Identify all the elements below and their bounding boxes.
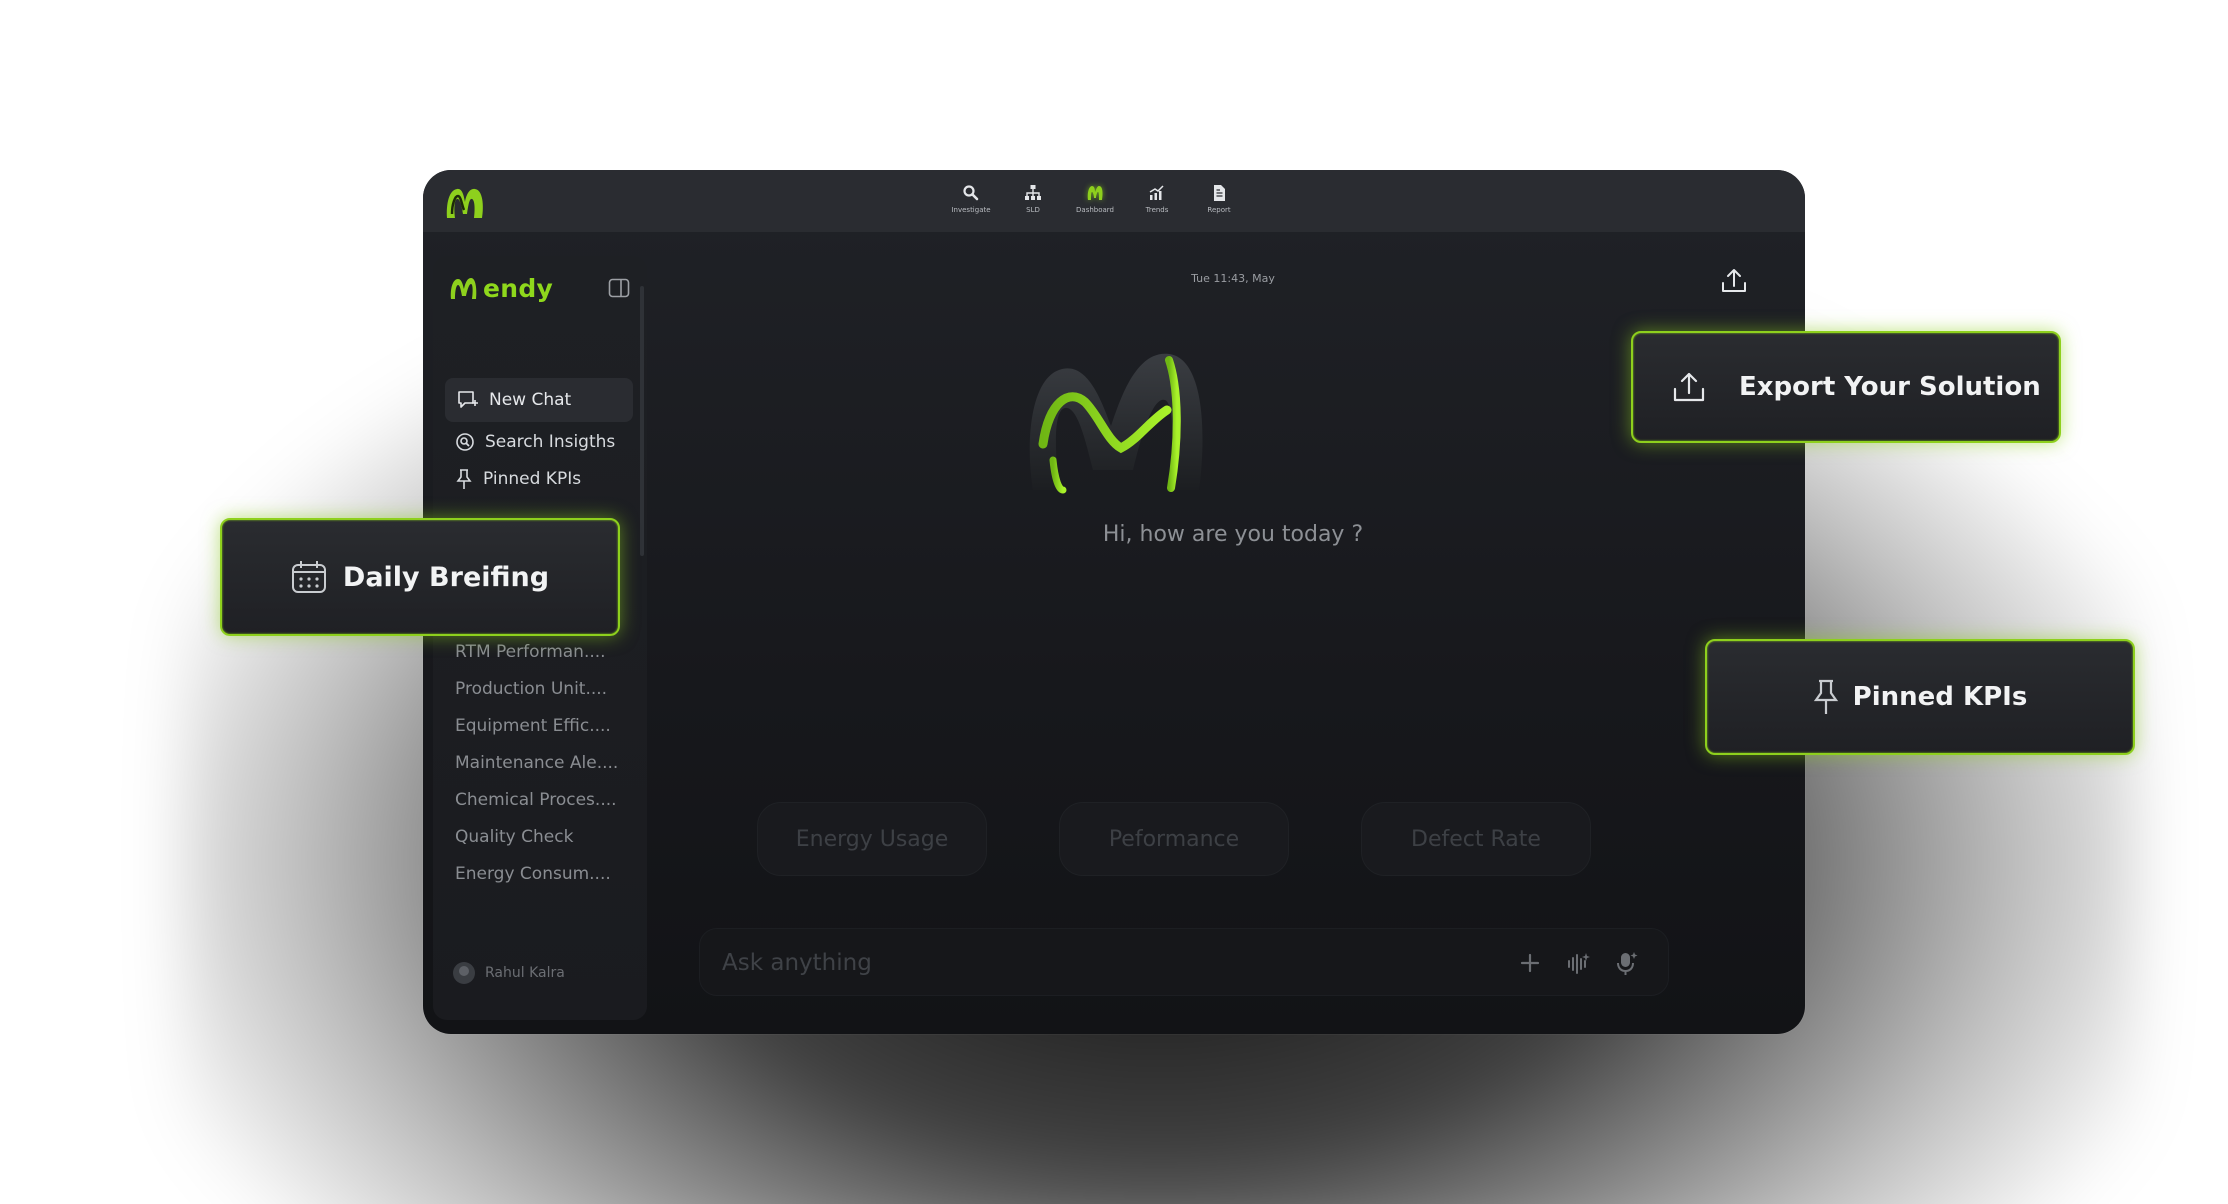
callout-export-solution: Export Your Solution <box>1631 331 2061 443</box>
top-bar: Investigate SLD Dashboard Trends Report <box>423 170 1805 232</box>
history-item[interactable]: RTM Performan.... <box>455 642 635 679</box>
sidebar: endy New Chat Search Insigths Pinned KPI… <box>433 256 647 1020</box>
nav-label: SLD <box>1026 206 1040 214</box>
greeting-text: Hi, how are you today ? <box>1102 522 1364 547</box>
document-icon <box>1214 185 1225 201</box>
sidebar-item-label: Search Insigths <box>485 432 616 452</box>
app-logo-icon[interactable] <box>443 184 487 222</box>
nav-report[interactable]: Report <box>1201 184 1237 214</box>
suggestion-energy-usage[interactable]: Energy Usage <box>757 802 987 876</box>
chat-input-bar <box>699 928 1669 996</box>
callout-label: Export Your Solution <box>1739 372 2041 402</box>
search-icon <box>963 185 979 201</box>
logo-icon <box>1087 186 1103 200</box>
plus-icon[interactable] <box>1516 949 1544 977</box>
hero-logo-icon <box>1029 353 1203 494</box>
callout-daily-briefing: Daily Breifing <box>220 518 620 636</box>
nav-label: Trends <box>1145 206 1169 214</box>
history-item[interactable]: Energy Consum.... <box>455 864 635 901</box>
nav-label: Investigate <box>951 206 991 214</box>
new-chat-label: New Chat <box>489 390 572 410</box>
brand-logo-icon <box>450 277 477 299</box>
history-item[interactable]: Chemical Proces.... <box>455 790 635 827</box>
brand: endy <box>449 274 553 303</box>
ask-input[interactable] <box>722 947 1422 979</box>
nav-label: Dashboard <box>1076 206 1114 214</box>
nav-dashboard[interactable]: Dashboard <box>1076 184 1114 214</box>
upload-icon[interactable] <box>1719 266 1749 296</box>
sidebar-toggle-icon[interactable] <box>608 278 630 298</box>
pin-icon <box>1813 679 1838 714</box>
callout-label: Pinned KPIs <box>1852 682 2028 712</box>
pin-icon <box>456 469 472 489</box>
brand-name: endy <box>483 274 554 303</box>
top-nav: Investigate SLD Dashboard Trends Report <box>951 184 1237 214</box>
datetime: Tue 11:43, May <box>1191 272 1275 285</box>
history-item[interactable]: Equipment Effic.... <box>455 716 635 753</box>
history-item[interactable]: Production Unit.... <box>455 679 635 716</box>
new-chat-button[interactable]: New Chat <box>445 378 633 422</box>
avatar <box>453 962 475 984</box>
chat-history: RTM Performan.... Production Unit.... Eq… <box>455 642 635 901</box>
nav-sld[interactable]: SLD <box>1015 184 1051 214</box>
suggestion-defect-rate[interactable]: Defect Rate <box>1361 802 1591 876</box>
new-chat-icon <box>458 391 478 408</box>
sidebar-item-label: Pinned KPIs <box>483 469 582 489</box>
history-item[interactable]: Maintenance Ale.... <box>455 753 635 790</box>
app-window: Investigate SLD Dashboard Trends Report <box>423 170 1805 1034</box>
history-item[interactable]: Quality Check <box>455 827 635 864</box>
search-circle-icon <box>456 433 474 451</box>
calendar-icon <box>291 561 326 593</box>
suggestion-chips: Energy Usage Peformance Defect Rate <box>757 802 1591 882</box>
voice-wave-icon[interactable] <box>1564 949 1592 977</box>
microphone-icon[interactable] <box>1612 949 1640 977</box>
nav-investigate[interactable]: Investigate <box>951 184 991 214</box>
upload-icon <box>1673 372 1705 402</box>
sidebar-item-search-insights[interactable]: Search Insigths <box>455 432 615 452</box>
trend-chart-icon <box>1149 185 1164 200</box>
user-name: Rahul Kalra <box>485 965 565 981</box>
sidebar-item-pinned-kpis[interactable]: Pinned KPIs <box>455 468 581 490</box>
suggestion-performance[interactable]: Peformance <box>1059 802 1289 876</box>
callout-pinned-kpis: Pinned KPIs <box>1705 639 2135 755</box>
hierarchy-icon <box>1025 185 1041 200</box>
nav-trends[interactable]: Trends <box>1139 184 1175 214</box>
user-profile[interactable]: Rahul Kalra <box>453 962 565 984</box>
callout-label: Daily Breifing <box>342 561 550 593</box>
nav-label: Report <box>1207 206 1231 214</box>
sidebar-scrollbar[interactable] <box>640 286 644 556</box>
